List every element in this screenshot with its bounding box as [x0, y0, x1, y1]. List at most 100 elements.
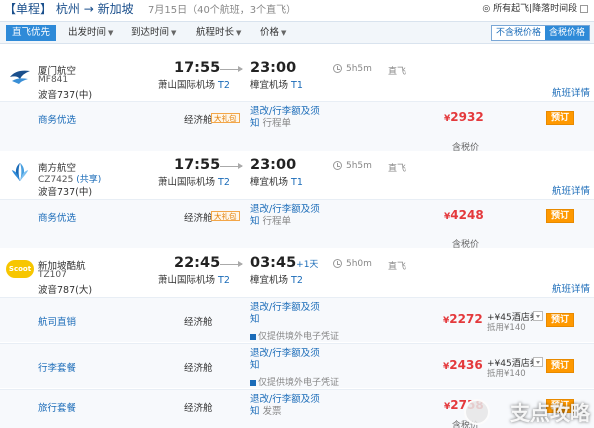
clock-icon	[333, 259, 342, 268]
arrival-airport: 樟宜机场 T1	[250, 77, 303, 91]
refund-baggage-rules-link[interactable]: 退改/行李额及须知 发票	[250, 394, 320, 418]
price-value: 2436	[449, 358, 483, 372]
fare-product-label[interactable]: 旅行套餐	[38, 400, 76, 414]
dropdown-icon[interactable]	[533, 357, 543, 367]
arrival-time-value: 23:00	[250, 60, 297, 76]
fare-product-label[interactable]: 商务优选	[38, 210, 76, 224]
flight-card: 厦门航空 MF841 波音737(中) 17:55 23:00 萧山国际机场 T…	[0, 55, 594, 153]
arrival-airport: 樟宜机场 T2	[250, 272, 303, 286]
voucher-note: 仅提供境外电子凭证	[250, 375, 339, 388]
price-incl-tax-button[interactable]: 含税价格	[544, 26, 589, 40]
time-filter-option[interactable]: ◎ 所有起飞|降落时间段	[482, 1, 590, 14]
fare-row: 商务优选 经济舱 大礼包 退改/行李额及须知 行程单 ¥2932 含税价 预订	[0, 101, 594, 153]
route-arrow-icon	[220, 163, 243, 169]
header-bar: 【单程】 杭州 → 新加坡 7月15日（40个航班，3个直飞） ◎ 所有起飞|降…	[0, 0, 594, 17]
departure-terminal: T2	[218, 80, 230, 91]
fare-product-label[interactable]: 商务优选	[38, 112, 76, 126]
rules-line1: 退改/行李额及须	[250, 204, 320, 215]
flight-number: TZ107	[38, 270, 67, 280]
fare-row: 旅行套餐 经济舱 退改/行李额及须知 发票 ¥2758 含税价 预订	[0, 389, 594, 428]
sort-arrow-icon: ▼	[108, 29, 114, 37]
sort-arrow-icon: ▼	[281, 29, 287, 37]
refund-baggage-rules-link[interactable]: 退改/行李额及须知 行程单	[250, 204, 320, 228]
arrival-airport: 樟宜机场 T1	[250, 174, 303, 188]
departure-terminal: T2	[218, 275, 230, 286]
arrival-time-value: 23:00	[250, 157, 297, 173]
flight-detail-link[interactable]: 航班详情	[552, 85, 590, 99]
fare-product-label[interactable]: 航司直销	[38, 314, 76, 328]
sort-arrive-label: 到达时间	[131, 27, 170, 38]
rules-line2: 知	[250, 118, 260, 129]
fare-row: 商务优选 经济舱 大礼包 退改/行李额及须知 行程单 ¥4248 含税价 预订	[0, 199, 594, 250]
price-excl-tax-button[interactable]: 不含税价格	[491, 26, 545, 40]
book-button[interactable]: 预订	[546, 111, 574, 125]
route-arrow-icon	[220, 66, 243, 72]
voucher-note-text: 仅提供境外电子凭证	[258, 378, 340, 388]
flight-detail-link[interactable]: 航班详情	[552, 281, 590, 295]
arrival-time: 23:00	[250, 60, 296, 76]
fare-product-label[interactable]: 行李套餐	[38, 360, 76, 374]
aircraft-type[interactable]: 波音737(中)	[38, 184, 92, 198]
sort-arrow-icon: ▼	[236, 29, 242, 37]
flight-duration: 5h0m	[346, 259, 372, 269]
rules-line1: 退改/行李额及须	[250, 302, 320, 313]
flight-card: Scoot 新加坡酷航 TZ107 波音787(大) 22:45 03:45+1…	[0, 250, 594, 428]
arrival-time-value: 03:45	[250, 255, 297, 271]
refund-baggage-rules-link[interactable]: 退改/行李额及须知 行程单	[250, 106, 320, 130]
departure-airport-name: 萧山国际机场	[158, 275, 216, 286]
route-arrow-icon: →	[83, 2, 94, 16]
sort-duration[interactable]: 航程时长 ▼	[196, 25, 241, 41]
sort-duration-label: 航程时长	[196, 27, 235, 38]
fare-price: ¥2932	[444, 110, 484, 124]
sort-arrive-time[interactable]: 到达时间 ▼	[131, 25, 176, 41]
price-value: 4248	[450, 208, 484, 222]
sort-price[interactable]: 价格 ▼	[260, 25, 286, 41]
itinerary-note: 行程单	[262, 118, 292, 129]
xiamen-airlines-logo-icon	[10, 70, 30, 84]
watermark-logo-icon	[464, 399, 490, 425]
cabin-class: 经济舱	[184, 213, 213, 224]
china-southern-logo-icon	[11, 162, 29, 182]
book-button[interactable]: 预订	[546, 313, 574, 327]
book-button[interactable]: 预订	[546, 359, 574, 373]
price-tax-toggle: 不含税价格 含税价格	[490, 25, 590, 41]
rules-line1: 退改/行李额及须	[250, 106, 320, 117]
sort-depart-time[interactable]: 出发时间 ▼	[68, 25, 113, 41]
departure-airport: 萧山国际机场 T2	[158, 174, 230, 188]
departure-time: 22:45	[174, 255, 221, 271]
arrival-airport-name: 樟宜机场	[250, 177, 289, 188]
stops-label: 直飞	[388, 164, 407, 174]
route-title: 【单程】 杭州 → 新加坡	[4, 0, 134, 17]
arrival-time: 03:45+1天	[250, 255, 318, 271]
stops-label: 直飞	[388, 67, 407, 77]
refund-baggage-rules-link[interactable]: 退改/行李额及须知	[250, 302, 320, 326]
flight-card: 南方航空 CZ7425 (共享) 波音737(中) 17:55 23:00 萧山…	[0, 152, 594, 250]
route-to: 新加坡	[97, 2, 134, 16]
dropdown-icon[interactable]	[533, 311, 543, 321]
cabin-class: 经济舱	[184, 363, 213, 374]
cabin-class: 经济舱	[184, 317, 213, 328]
checkbox-icon[interactable]	[580, 4, 588, 13]
direct-first-button[interactable]: 直飞优先	[6, 25, 56, 41]
invoice-note: 发票	[262, 406, 282, 417]
refund-baggage-rules-link[interactable]: 退改/行李额及须知	[250, 348, 320, 372]
clock-icon	[333, 161, 342, 170]
flight-detail-link[interactable]: 航班详情	[552, 183, 590, 197]
price-value: 2272	[449, 312, 483, 326]
departure-airport: 萧山国际机场 T2	[158, 272, 230, 286]
flight-duration: 5h5m	[346, 64, 372, 74]
aircraft-type[interactable]: 波音737(中)	[38, 87, 92, 101]
fare-price: ¥2272	[443, 312, 483, 326]
fare-row: 行李套餐 经济舱 退改/行李额及须知 仅提供境外电子凭证 ¥2436 +¥45酒…	[0, 343, 594, 388]
radio-icon[interactable]: ◎	[482, 4, 490, 14]
time-filter-label: 所有起飞|降落时间段	[493, 4, 578, 14]
rules-line1: 退改/行李额及须	[250, 348, 320, 359]
departure-time: 17:55	[174, 157, 221, 173]
departure-airport-name: 萧山国际机场	[158, 80, 216, 91]
bullet-icon	[250, 379, 256, 386]
gift-badge: 大礼包	[211, 211, 240, 221]
scoot-logo-icon: Scoot	[6, 260, 34, 278]
search-summary: 7月15日（40个航班，3个直飞）	[148, 5, 297, 16]
aircraft-type[interactable]: 波音787(大)	[38, 282, 92, 296]
book-button[interactable]: 预订	[546, 209, 574, 223]
